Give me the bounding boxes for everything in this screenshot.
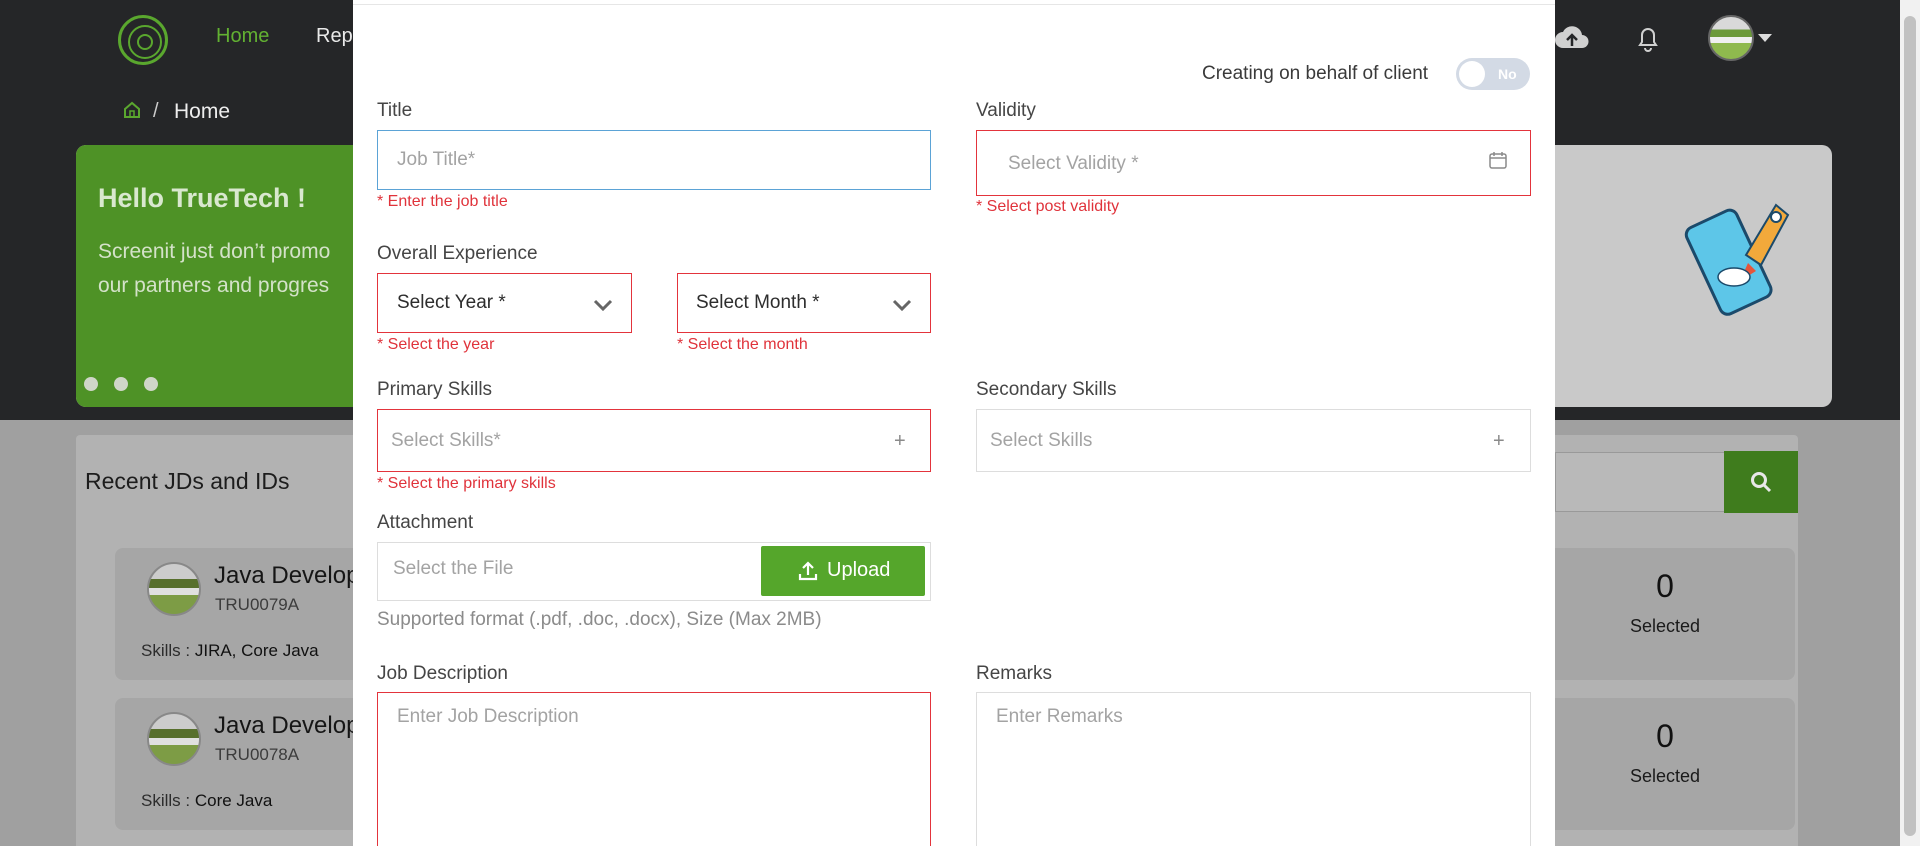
recent-search-input[interactable] <box>1555 452 1725 512</box>
selected-count: 0 <box>1656 568 1674 604</box>
primary-skills-input[interactable]: Select Skills* + <box>377 409 931 472</box>
secondary-skills-label: Secondary Skills <box>976 379 1117 400</box>
jd-skills: Skills : Core Java <box>141 791 272 811</box>
create-job-modal: Creating on behalf of client No Title Jo… <box>353 0 1555 846</box>
modal-divider <box>353 4 1555 5</box>
carousel-dot[interactable] <box>144 377 158 391</box>
bell-icon[interactable] <box>1630 22 1666 54</box>
nav-reports-link[interactable]: Rep <box>316 25 353 48</box>
add-primary-skill-icon[interactable]: + <box>894 430 906 453</box>
job-description-textarea[interactable]: Enter Job Description <box>377 692 931 846</box>
jd-skills-label: Skills : <box>141 791 195 810</box>
job-title-error: * Enter the job title <box>377 193 508 210</box>
jd-avatar <box>147 562 201 616</box>
selected-label: Selected <box>1629 766 1701 786</box>
validity-placeholder: Select Validity * <box>1008 153 1139 174</box>
banner-text: Screenit just don’t promo our partners a… <box>98 235 368 303</box>
jd-avatar <box>147 712 201 766</box>
banner-text-line: our partners and progres <box>98 274 330 297</box>
toggle-state: No <box>1498 66 1517 82</box>
recent-jds-title: Recent JDs and IDs <box>85 468 290 494</box>
scrollbar-thumb[interactable] <box>1904 16 1916 836</box>
jd-title[interactable]: Java Develop <box>214 562 359 590</box>
upload-button-label: Upload <box>827 559 891 581</box>
nav-home-link[interactable]: Home <box>216 25 269 48</box>
jd-skills-label: Skills : <box>141 641 195 660</box>
month-error: * Select the month <box>677 336 808 353</box>
banner-text-line: Screenit just don’t promo <box>98 240 331 263</box>
remarks-textarea[interactable]: Enter Remarks <box>976 692 1531 846</box>
month-select-value: Select Month * <box>696 292 820 313</box>
job-title-placeholder: Job Title* <box>397 149 476 170</box>
selected-label: Selected <box>1629 616 1701 636</box>
client-toggle[interactable]: No <box>1456 58 1530 90</box>
validity-label: Validity <box>976 100 1036 121</box>
jd-title[interactable]: Java Develop <box>214 712 359 740</box>
validity-datepicker[interactable]: Select Validity * <box>976 130 1531 196</box>
user-menu-caret-icon[interactable] <box>1758 34 1772 42</box>
add-secondary-skill-icon[interactable]: + <box>1493 430 1505 453</box>
validity-error: * Select post validity <box>976 198 1120 215</box>
primary-skills-error: * Select the primary skills <box>377 475 556 492</box>
breadcrumb-separator: / <box>153 100 159 122</box>
job-description-placeholder: Enter Job Description <box>397 706 579 727</box>
logo-icon[interactable] <box>118 15 168 65</box>
jd-id: TRU0078A <box>215 745 300 764</box>
job-description-label: Job Description <box>377 663 508 684</box>
job-title-input[interactable]: Job Title* <box>377 130 931 190</box>
attachment-hint: Supported format (.pdf, .doc, .docx), Si… <box>377 609 822 630</box>
secondary-skills-placeholder: Select Skills <box>990 430 1093 451</box>
carousel-dot[interactable] <box>84 377 98 391</box>
year-select-value: Select Year * <box>397 292 506 313</box>
carousel-dot[interactable] <box>114 377 128 391</box>
year-error: * Select the year <box>377 336 495 353</box>
chevron-down-icon <box>892 299 912 311</box>
chevron-down-icon <box>593 299 613 311</box>
jd-id: TRU0079A <box>215 595 300 614</box>
title-label: Title <box>377 100 413 121</box>
remarks-label: Remarks <box>976 663 1053 684</box>
upload-button[interactable]: Upload <box>761 546 925 596</box>
attachment-label: Attachment <box>377 512 474 533</box>
remarks-placeholder: Enter Remarks <box>996 706 1123 727</box>
experience-label: Overall Experience <box>377 243 538 264</box>
calendar-icon[interactable] <box>1488 150 1508 170</box>
experience-month-select[interactable]: Select Month * <box>677 273 931 333</box>
jd-skills-value: JIRA, Core Java <box>194 641 319 660</box>
secondary-skills-input[interactable]: Select Skills + <box>976 409 1531 472</box>
primary-skills-placeholder: Select Skills* <box>391 430 501 451</box>
client-toggle-label: Creating on behalf of client <box>1202 63 1429 84</box>
search-button[interactable] <box>1724 451 1798 513</box>
toggle-knob <box>1459 61 1485 87</box>
banner-title: Hello TrueTech ! <box>98 183 307 213</box>
user-avatar[interactable] <box>1708 15 1754 61</box>
jd-skills-value: Core Java <box>194 791 273 810</box>
jd-skills: Skills : JIRA, Core Java <box>141 641 319 661</box>
rocket-phone-illustration <box>1684 203 1790 316</box>
banner-slide: Hello TrueTech ! Screenit just don’t pro… <box>76 145 376 407</box>
experience-year-select[interactable]: Select Year * <box>377 273 632 333</box>
selected-count: 0 <box>1656 718 1674 754</box>
page-scrollbar[interactable] <box>1900 0 1920 846</box>
attachment-placeholder: Select the File <box>393 558 514 579</box>
cloud-upload-icon[interactable] <box>1554 22 1590 54</box>
primary-skills-label: Primary Skills <box>377 379 493 400</box>
home-icon[interactable] <box>122 100 142 120</box>
upload-icon <box>798 561 818 581</box>
breadcrumb-current: Home <box>174 100 231 123</box>
search-icon <box>1751 472 1772 493</box>
